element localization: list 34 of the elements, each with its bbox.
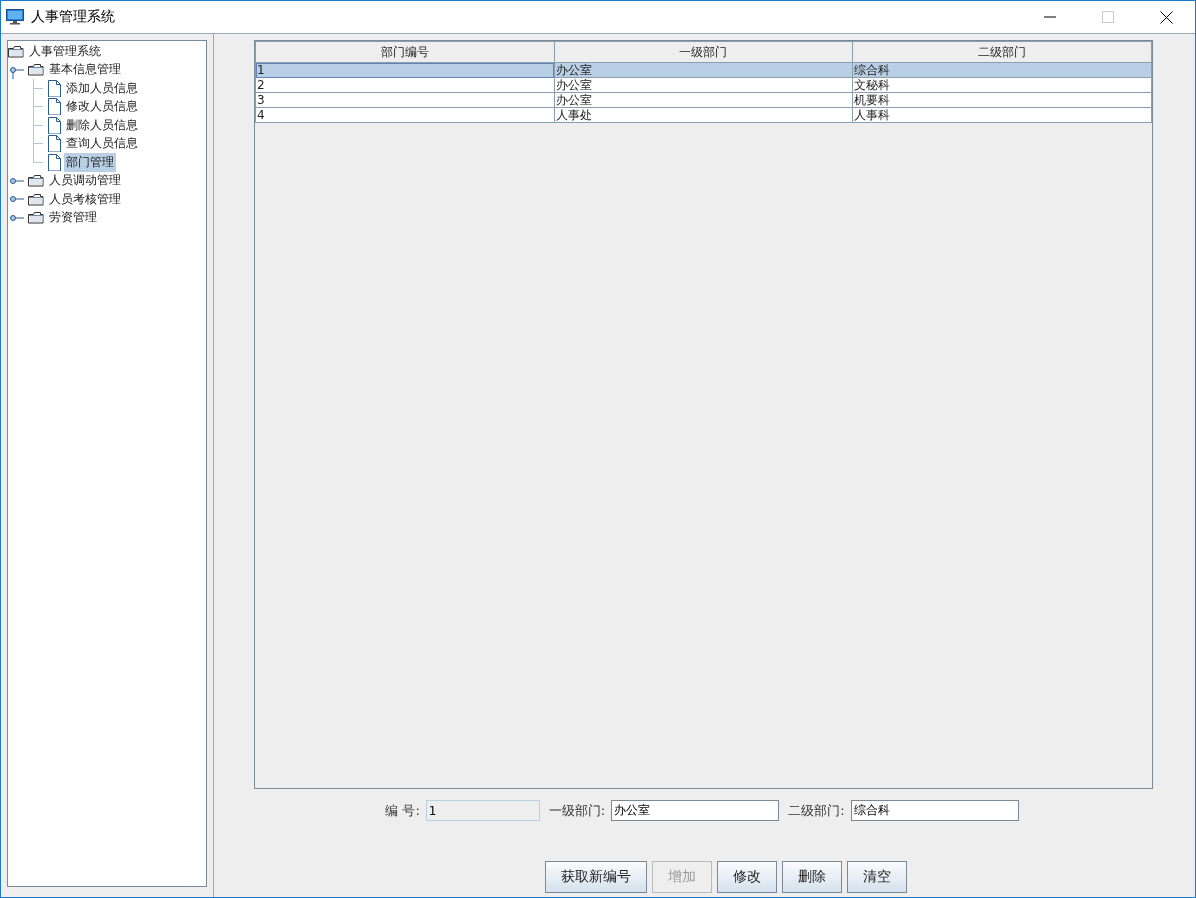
document-icon <box>48 153 61 171</box>
window-title: 人事管理系统 <box>31 8 115 26</box>
tree-item[interactable]: 删除人员信息 <box>64 115 140 135</box>
folder-icon <box>28 63 44 77</box>
tree-item[interactable]: 基本信息管理 <box>47 60 123 80</box>
tree-item[interactable]: 修改人员信息 <box>64 97 140 117</box>
document-icon <box>48 116 61 134</box>
input-field[interactable]: 综合科 <box>850 800 1019 821</box>
document-icon <box>48 135 61 153</box>
input-field[interactable]: 办公室 <box>611 800 780 821</box>
action-button[interactable]: 清空 <box>847 861 907 893</box>
document-icon <box>48 98 61 116</box>
column-header[interactable]: 部门编号 <box>255 41 555 63</box>
tree-item[interactable]: 人员考核管理 <box>47 189 123 209</box>
tree-item[interactable]: 添加人员信息 <box>64 78 140 98</box>
tree-item[interactable]: 部门管理 <box>64 152 116 172</box>
field-label: 编 号: <box>385 801 420 820</box>
column-header[interactable]: 一级部门 <box>554 41 853 63</box>
close-icon[interactable] <box>1159 10 1173 24</box>
column-header[interactable]: 二级部门 <box>852 41 1152 63</box>
tree-item[interactable]: 人员调动管理 <box>47 171 123 191</box>
folder-icon <box>28 192 44 206</box>
field-label: 二级部门: <box>788 801 845 820</box>
action-button[interactable]: 修改 <box>717 861 777 893</box>
tree-item[interactable]: 劳资管理 <box>47 208 99 228</box>
field-label: 一级部门: <box>548 801 606 820</box>
folder-icon <box>28 211 44 225</box>
folder-icon <box>28 174 44 188</box>
document-icon <box>48 79 61 97</box>
monitor-icon <box>6 9 24 25</box>
tree-item[interactable]: 人事管理系统 <box>27 41 103 61</box>
action-button[interactable]: 获取新编号 <box>545 861 647 893</box>
action-button[interactable]: 删除 <box>782 861 842 893</box>
tree-item[interactable]: 查询人员信息 <box>64 134 140 154</box>
